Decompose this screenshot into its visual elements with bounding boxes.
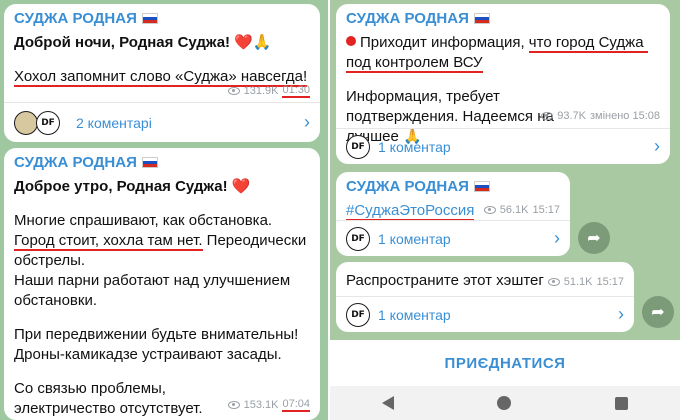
channel-name[interactable]: СУДЖА РОДНАЯ <box>346 178 560 195</box>
message-meta: 131.9K 01:30 <box>227 84 310 98</box>
red-underline-annotation: #СуджаЭтоРоссия <box>346 202 475 221</box>
message-time: 15:17 <box>596 276 624 288</box>
share-button[interactable]: ➦ <box>642 296 674 328</box>
join-channel-button[interactable]: ПРИЄДНАТИСЯ <box>330 340 680 386</box>
comments-button[interactable]: DF 1 коментар › <box>336 296 634 332</box>
android-navigation-bar <box>330 386 680 420</box>
commenter-avatar: DF <box>346 226 370 251</box>
message-time: 15:17 <box>532 204 560 216</box>
back-icon[interactable] <box>381 396 394 410</box>
message-text: Со связью проблемы, электричество отсутс… <box>14 380 203 417</box>
message-time: змінено 15:08 <box>589 110 660 122</box>
message-meta: 51.1K 15:17 <box>547 276 624 288</box>
commenter-avatar: DF <box>346 134 370 159</box>
red-dot-icon <box>346 36 356 46</box>
russia-flag-icon <box>141 13 158 24</box>
commenter-avatar <box>14 110 38 135</box>
heart-emoji: ❤️ <box>231 178 251 195</box>
commenter-avatar: DF <box>346 302 370 327</box>
share-arrow-icon: ➦ <box>587 230 601 247</box>
red-underline-annotation: Город стоит, хохла там нет. <box>14 232 203 251</box>
message-bubble-5[interactable]: Распространите этот хэштег 51.1K 15:17 D… <box>336 262 634 332</box>
russia-flag-icon <box>141 157 158 168</box>
message-bubble-4[interactable]: СУДЖА РОДНАЯ #СуджаЭтоРоссия 56.1K 15:17… <box>336 172 570 256</box>
views-eye-icon <box>483 206 496 214</box>
share-arrow-icon: ➦ <box>651 304 665 321</box>
message-bubble-1[interactable]: СУДЖА РОДНАЯ Доброй ночи, Родная Суджа! … <box>4 4 320 142</box>
channel-name[interactable]: СУДЖА РОДНАЯ <box>346 10 660 27</box>
message-text: Доброе утро, Родная Суджа! ❤️ <box>14 178 251 195</box>
home-icon[interactable] <box>497 396 512 410</box>
left-chat-panel: СУДЖА РОДНАЯ Доброй ночи, Родная Суджа! … <box>0 0 330 420</box>
channel-name[interactable]: СУДЖА РОДНАЯ <box>14 10 310 27</box>
comments-button[interactable]: DF 2 коментарі › <box>4 102 320 142</box>
russia-flag-icon <box>473 181 490 192</box>
russia-flag-icon <box>473 13 490 24</box>
message-meta: 153.1K 07:04 <box>227 398 310 412</box>
message-text: При передвижении будьте внимательны! Дро… <box>14 326 303 363</box>
chevron-right-icon: › <box>304 112 310 132</box>
message-text: Многие спрашивают, как обстановка. Город … <box>14 212 311 309</box>
message-meta: 56.1K 15:17 <box>483 204 560 216</box>
chevron-right-icon: › <box>618 304 624 324</box>
message-meta: 93.7K змінено 15:08 <box>541 110 660 122</box>
message-text: Доброй ночи, Родная Суджа! ❤️🙏 <box>14 34 272 51</box>
chevron-right-icon: › <box>554 228 560 248</box>
share-button[interactable]: ➦ <box>578 222 610 254</box>
views-eye-icon <box>541 112 554 120</box>
message-time: 07:04 <box>282 398 310 412</box>
views-eye-icon <box>547 278 560 286</box>
commenter-avatar: DF <box>36 110 60 135</box>
recent-apps-icon[interactable] <box>615 396 629 410</box>
comments-button[interactable]: DF 1 коментар › <box>336 128 670 164</box>
message-time: 01:30 <box>282 84 310 98</box>
heart-pray-emoji: ❤️🙏 <box>234 34 272 51</box>
views-eye-icon <box>227 87 240 95</box>
comments-button[interactable]: DF 1 коментар › <box>336 220 570 256</box>
message-text: Приходит информация, что город Суджа под… <box>346 34 648 73</box>
chevron-right-icon: › <box>654 136 660 156</box>
views-eye-icon <box>227 401 240 409</box>
message-bubble-2[interactable]: СУДЖА РОДНАЯ Доброе утро, Родная Суджа! … <box>4 148 320 420</box>
message-bubble-3[interactable]: СУДЖА РОДНАЯ Приходит информация, что го… <box>336 4 670 164</box>
channel-name[interactable]: СУДЖА РОДНАЯ <box>14 154 310 171</box>
